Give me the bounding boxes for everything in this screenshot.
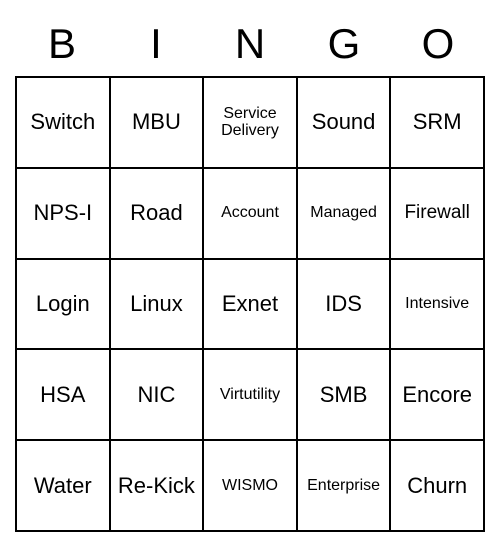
bingo-cell[interactable]: Water [16, 440, 110, 531]
header-i: I [109, 12, 203, 76]
header-o: O [391, 12, 485, 76]
header-b: B [15, 12, 109, 76]
header-n: N [203, 12, 297, 76]
header-g: G [297, 12, 391, 76]
bingo-cell[interactable]: IDS [297, 259, 391, 350]
bingo-cell[interactable]: Account [203, 168, 297, 259]
bingo-cell[interactable]: HSA [16, 349, 110, 440]
bingo-cell[interactable]: SMB [297, 349, 391, 440]
bingo-cell[interactable]: NPS-I [16, 168, 110, 259]
bingo-cell[interactable]: Switch [16, 77, 110, 168]
bingo-cell[interactable]: Exnet [203, 259, 297, 350]
bingo-cell[interactable]: Road [110, 168, 204, 259]
bingo-grid: Switch MBU Service Delivery Sound SRM NP… [15, 76, 485, 532]
bingo-cell[interactable]: NIC [110, 349, 204, 440]
bingo-cell[interactable]: Churn [390, 440, 484, 531]
bingo-cell[interactable]: Intensive [390, 259, 484, 350]
bingo-cell[interactable]: Re-Kick [110, 440, 204, 531]
bingo-cell[interactable]: Virtutility [203, 349, 297, 440]
bingo-card: B I N G O Switch MBU Service Delivery So… [15, 12, 485, 532]
bingo-header-row: B I N G O [15, 12, 485, 76]
bingo-cell[interactable]: Firewall [390, 168, 484, 259]
bingo-cell[interactable]: Login [16, 259, 110, 350]
bingo-cell[interactable]: Linux [110, 259, 204, 350]
bingo-cell[interactable]: Enterprise [297, 440, 391, 531]
bingo-cell[interactable]: SRM [390, 77, 484, 168]
bingo-cell[interactable]: MBU [110, 77, 204, 168]
bingo-cell[interactable]: Managed [297, 168, 391, 259]
bingo-cell[interactable]: Service Delivery [203, 77, 297, 168]
bingo-cell[interactable]: Sound [297, 77, 391, 168]
bingo-cell[interactable]: Encore [390, 349, 484, 440]
bingo-cell[interactable]: WISMO [203, 440, 297, 531]
